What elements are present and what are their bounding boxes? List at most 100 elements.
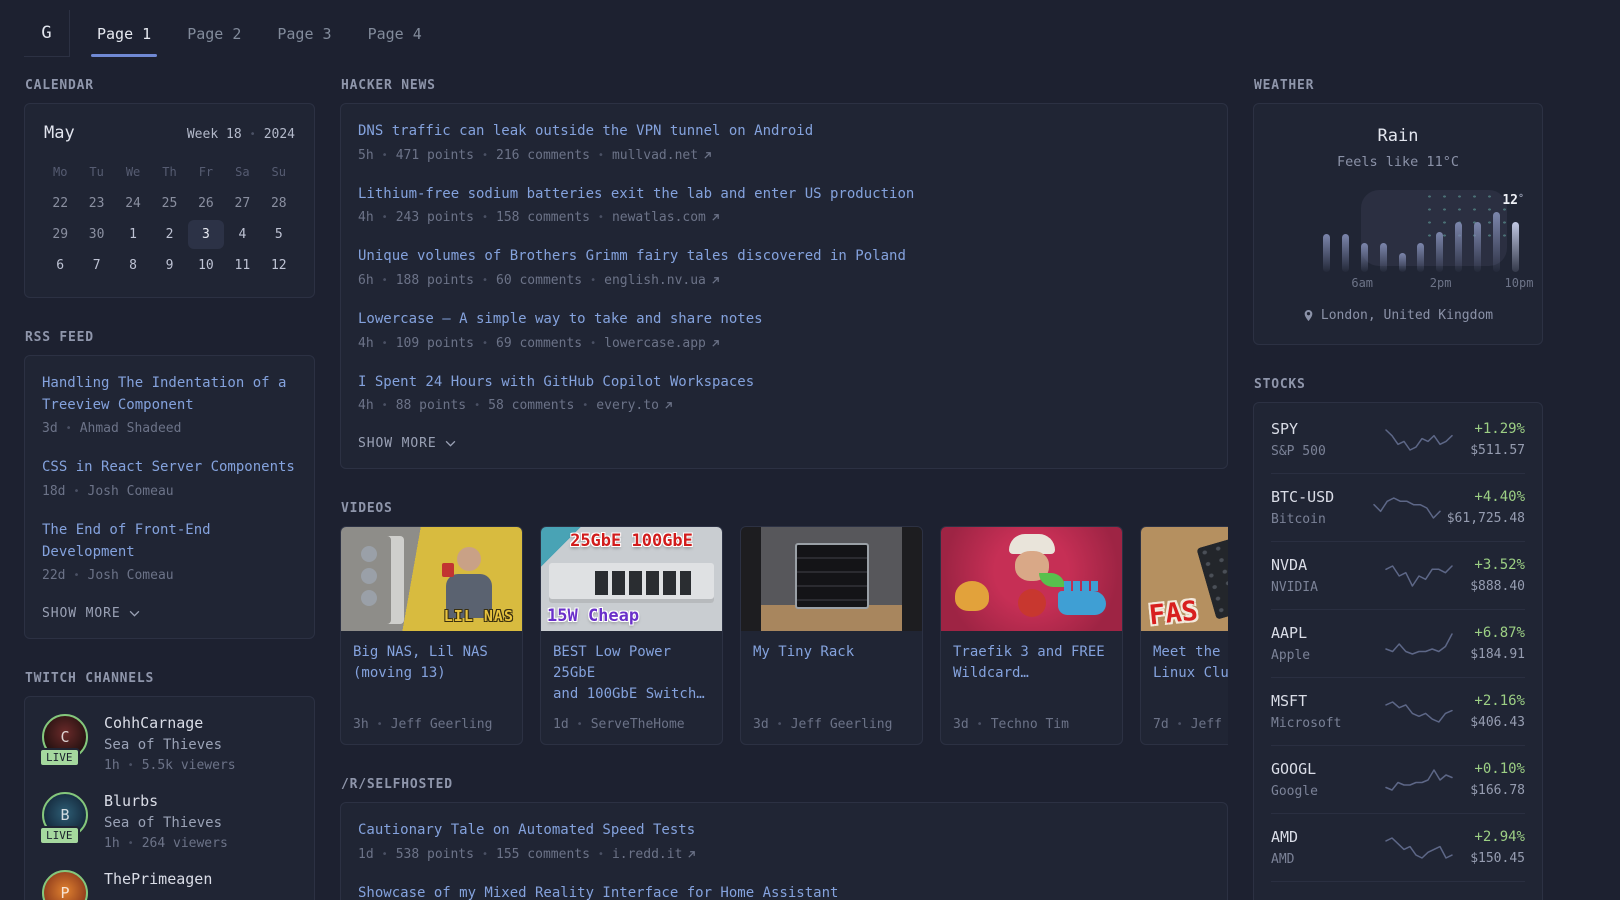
calendar-day: 28 — [261, 189, 297, 218]
news-domain-link[interactable]: mullvad.net — [612, 148, 712, 163]
meta-text: 243 points — [396, 210, 474, 225]
stock-price: $61,725.48 — [1447, 511, 1525, 526]
video-card[interactable]: Traefik 3 and FREE Wildcard… 3d•Techno T… — [940, 526, 1123, 745]
reddit-item: Cautionary Tale on Automated Speed Tests… — [358, 820, 1210, 862]
dot-separator: • — [482, 275, 488, 286]
video-body: BEST Low Power 25GbE and 100GbE Switch… … — [541, 631, 722, 744]
rss-item-title[interactable]: CSS in React Server Components — [42, 457, 297, 479]
channel-game[interactable]: Sea of Thieves — [104, 815, 228, 831]
news-item: DNS traffic can leak outside the VPN tun… — [358, 121, 1210, 163]
video-thumbnail[interactable]: LIL NAS — [341, 527, 522, 631]
calendar-week-year: Week 18 • 2024 — [187, 127, 295, 142]
video-card[interactable]: My Tiny Rack 3d•Jeff Geerling — [740, 526, 923, 745]
video-meta: 3d•Techno Tim — [953, 717, 1110, 732]
weather-chart: 12° 6am2pm10pm — [1275, 190, 1521, 290]
video-meta: 1d•ServeTheHome — [553, 717, 710, 732]
meta-text: 69 comments — [496, 336, 582, 351]
stock-change: +6.87% — [1470, 625, 1525, 641]
live-badge: LIVE — [39, 748, 80, 767]
calendar-header: May Week 18 • 2024 — [42, 121, 297, 143]
stock-symbol: NVDA — [1271, 556, 1367, 574]
stock-row-googl[interactable]: GOOGL Google +0.10% $166.78 — [1271, 745, 1525, 813]
hackernews-section: HACKER NEWS DNS traffic can leak outside… — [340, 78, 1228, 469]
meta-text: 4h — [358, 398, 374, 413]
dot-separator: • — [128, 838, 134, 849]
video-card[interactable]: LIL NAS Big NAS, Lil NAS (moving 13) 3h•… — [340, 526, 523, 745]
calendar-section: CALENDAR May Week 18 • 2024 MoTuWeThFrSa… — [24, 78, 315, 298]
dot-separator: • — [1177, 719, 1183, 730]
news-item-title[interactable]: DNS traffic can leak outside the VPN tun… — [358, 121, 1210, 143]
rss-item-title[interactable]: The End of Front-End Development — [42, 520, 297, 563]
video-title[interactable]: BEST Low Power 25GbE and 100GbE Switch… — [553, 642, 710, 705]
reddit-item-title[interactable]: Showcase of my Mixed Reality Interface f… — [358, 883, 1210, 900]
meta-text: 216 comments — [496, 148, 590, 163]
channel-game[interactable]: Sea of Thieves — [104, 737, 236, 753]
stock-row-nvda[interactable]: NVDA NVIDIA +3.52% $888.40 — [1271, 541, 1525, 609]
video-title[interactable]: Big NAS, Lil NAS (moving 13) — [353, 642, 510, 684]
stock-identity: SPY S&P 500 — [1271, 420, 1367, 459]
dot-separator: • — [598, 849, 604, 860]
channel-name[interactable]: Blurbs — [104, 792, 228, 810]
video-card[interactable]: 25GbE 100GbE 15W Cheap BEST Low Power 25… — [540, 526, 723, 745]
stock-row-msft[interactable]: MSFT Microsoft +2.16% $406.43 — [1271, 677, 1525, 745]
show-more-button[interactable]: SHOW MORE — [358, 436, 456, 451]
tab-page-2[interactable]: Page 2 — [181, 10, 247, 57]
video-thumbnail[interactable]: FAS — [1141, 527, 1228, 631]
app-logo[interactable]: G — [24, 10, 70, 57]
stock-symbol: SPY — [1271, 420, 1367, 438]
channel-avatar: P — [42, 870, 88, 900]
stock-row-btc-usd[interactable]: BTC-USD Bitcoin +4.40% $61,725.48 — [1271, 473, 1525, 541]
stock-row-spy[interactable]: SPY S&P 500 +1.29% $511.57 — [1271, 406, 1525, 473]
reddit-meta: 1d•538 points•155 comments•i.redd.it — [358, 847, 1210, 862]
news-item-title[interactable]: I Spent 24 Hours with GitHub Copilot Wor… — [358, 372, 1210, 394]
weather-bar — [1380, 243, 1387, 272]
video-title[interactable]: My Tiny Rack — [753, 642, 910, 663]
news-item-title[interactable]: Unique volumes of Brothers Grimm fairy t… — [358, 246, 1210, 268]
dot-separator: • — [590, 275, 596, 286]
calendar-weekday: Th — [151, 161, 187, 187]
news-domain-link[interactable]: newatlas.com — [612, 210, 720, 225]
weather-bar — [1361, 243, 1368, 272]
channel-name[interactable]: ThePrimeagen — [104, 870, 212, 888]
news-domain-link[interactable]: lowercase.app — [604, 336, 720, 351]
external-link-icon — [711, 276, 720, 285]
stock-row-aapl[interactable]: AAPL Apple +6.87% $184.91 — [1271, 609, 1525, 677]
meta-text: 158 comments — [496, 210, 590, 225]
video-card[interactable]: FAS Meet the Linux Clu 7d•Jeff Geerling — [1140, 526, 1228, 745]
stock-row-rddt[interactable]: RDDT -1.65% — [1271, 881, 1525, 900]
twitch-channel-row[interactable]: B LIVE Blurbs Sea of Thieves 1h•264 view… — [42, 792, 297, 851]
calendar-weekday: Su — [261, 161, 297, 187]
docker-whale-icon — [1058, 591, 1106, 615]
news-item-title[interactable]: Lithium-free sodium batteries exit the l… — [358, 184, 1210, 206]
live-badge: LIVE — [39, 826, 80, 845]
news-item-title[interactable]: Lowercase – A simple way to take and sha… — [358, 309, 1210, 331]
show-more-button[interactable]: SHOW MORE — [42, 606, 140, 621]
video-thumbnail[interactable] — [741, 527, 922, 631]
video-title[interactable]: Traefik 3 and FREE Wildcard… — [953, 642, 1110, 684]
top-nav: G Page 1 Page 2 Page 3 Page 4 — [24, 10, 1543, 57]
external-link-icon — [703, 151, 712, 160]
news-domain-link[interactable]: english.nv.ua — [604, 273, 720, 288]
calendar-weekday: Fr — [188, 161, 224, 187]
channel-name[interactable]: CohhCarnage — [104, 714, 236, 732]
stock-price: $150.45 — [1470, 851, 1525, 866]
twitch-channel-row[interactable]: C LIVE CohhCarnage Sea of Thieves 1h•5.5… — [42, 714, 297, 773]
tab-page-3[interactable]: Page 3 — [271, 10, 337, 57]
stock-sparkline — [1384, 697, 1454, 727]
dot-separator: • — [577, 719, 583, 730]
news-domain-link[interactable]: every.to — [596, 398, 673, 413]
tab-page-4[interactable]: Page 4 — [362, 10, 428, 57]
dot-separator: • — [382, 212, 388, 223]
reddit-item-title[interactable]: Cautionary Tale on Automated Speed Tests — [358, 820, 1210, 842]
video-title[interactable]: Meet the Linux Clu — [1153, 642, 1228, 684]
weather-card: Rain Feels like 11°C 12° 6am2pm10pm Lond… — [1253, 103, 1543, 345]
video-thumbnail[interactable] — [941, 527, 1122, 631]
stock-sparkline — [1384, 629, 1454, 659]
calendar-day: 22 — [42, 189, 78, 218]
stock-row-amd[interactable]: AMD AMD +2.94% $150.45 — [1271, 813, 1525, 881]
rss-item-title[interactable]: Handling The Indentation of a Treeview C… — [42, 373, 297, 416]
reddit-domain-link[interactable]: i.redd.it — [612, 847, 696, 862]
twitch-channel-row[interactable]: P ThePrimeagen — [42, 870, 297, 900]
video-thumbnail[interactable]: 25GbE 100GbE 15W Cheap — [541, 527, 722, 631]
tab-page-1[interactable]: Page 1 — [91, 10, 157, 57]
